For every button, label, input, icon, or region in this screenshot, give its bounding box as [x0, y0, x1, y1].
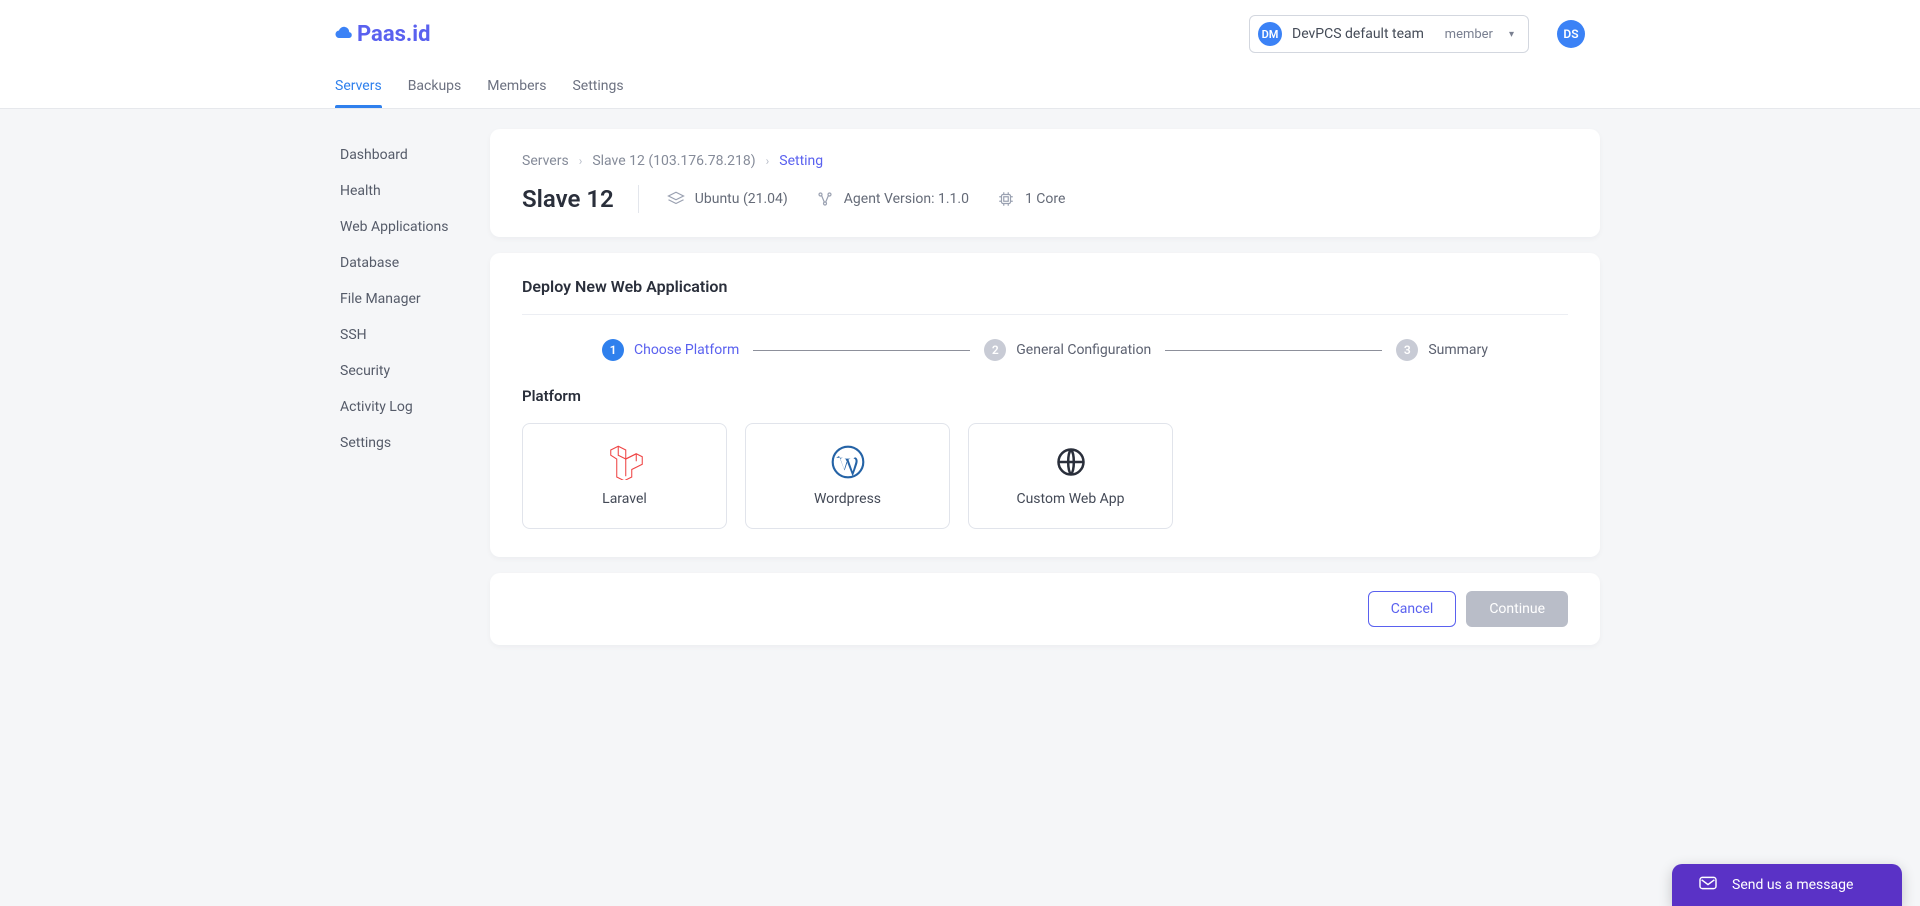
platform-label: Laravel	[602, 491, 647, 507]
globe-icon	[1056, 445, 1086, 479]
sidenav-web-applications[interactable]: Web Applications	[340, 209, 470, 245]
top-nav: Servers Backups Members Settings	[335, 70, 1585, 108]
deploy-card: Deploy New Web Application 1 Choose Plat…	[490, 253, 1600, 557]
deploy-title: Deploy New Web Application	[522, 277, 1568, 296]
wizard-step-1-num: 1	[602, 339, 624, 361]
crumb-servers[interactable]: Servers	[522, 153, 569, 169]
sidenav-ssh[interactable]: SSH	[340, 317, 470, 353]
wizard-step-2-label: General Configuration	[1016, 342, 1151, 358]
sidenav-security[interactable]: Security	[340, 353, 470, 389]
nav-backups[interactable]: Backups	[408, 70, 462, 108]
user-avatar[interactable]: DS	[1557, 20, 1585, 48]
breadcrumb: Servers › Slave 12 (103.176.78.218) › Se…	[522, 153, 1568, 169]
nodes-icon	[816, 190, 834, 208]
platform-label: Wordpress	[814, 491, 881, 507]
cloud-icon	[335, 25, 353, 43]
sidenav-activity-log[interactable]: Activity Log	[340, 389, 470, 425]
chevron-right-icon: ›	[579, 154, 583, 168]
platform-card-laravel[interactable]: Laravel	[522, 423, 727, 529]
server-agent-meta: Agent Version: 1.1.0	[816, 190, 969, 208]
crumb-server[interactable]: Slave 12 (103.176.78.218)	[592, 153, 755, 169]
wizard-step-1-label: Choose Platform	[634, 342, 739, 358]
server-title: Slave 12	[522, 185, 639, 213]
crumb-current: Setting	[779, 153, 823, 169]
team-role: member	[1445, 27, 1493, 42]
sidenav-dashboard[interactable]: Dashboard	[340, 137, 470, 173]
chevron-right-icon: ›	[766, 154, 770, 168]
wizard-step-3[interactable]: 3 Summary	[1396, 339, 1488, 361]
wizard-step-3-label: Summary	[1428, 342, 1488, 358]
continue-button[interactable]: Continue	[1466, 591, 1568, 627]
server-core-meta: 1 Core	[997, 190, 1065, 208]
sidenav-file-manager[interactable]: File Manager	[340, 281, 470, 317]
cancel-button[interactable]: Cancel	[1368, 591, 1457, 627]
brand-name: Paas.id	[357, 22, 431, 47]
wizard-step-2-num: 2	[984, 339, 1006, 361]
wizard-step-3-num: 3	[1396, 339, 1418, 361]
nav-settings[interactable]: Settings	[572, 70, 623, 108]
wizard-divider	[1165, 350, 1382, 351]
sidenav-database[interactable]: Database	[340, 245, 470, 281]
sidenav-health[interactable]: Health	[340, 173, 470, 209]
laravel-icon	[606, 445, 644, 479]
platform-grid: Laravel Wordpress	[522, 423, 1568, 529]
layers-icon	[667, 190, 685, 208]
server-os: Ubuntu (21.04)	[695, 191, 788, 207]
wizard-divider	[753, 350, 970, 351]
platform-card-custom[interactable]: Custom Web App	[968, 423, 1173, 529]
team-name: DevPCS default team	[1292, 26, 1435, 42]
wizard-step-1[interactable]: 1 Choose Platform	[602, 339, 739, 361]
side-nav: Dashboard Health Web Applications Databa…	[340, 129, 470, 461]
wordpress-icon	[831, 445, 865, 479]
sidenav-settings[interactable]: Settings	[340, 425, 470, 461]
actions-card: Cancel Continue	[490, 573, 1600, 645]
topbar: Paas.id DM DevPCS default team member ▾ …	[0, 0, 1920, 109]
server-agent: Agent Version: 1.1.0	[844, 191, 969, 207]
team-avatar: DM	[1258, 22, 1282, 46]
deploy-wizard: 1 Choose Platform 2 General Configuratio…	[522, 314, 1568, 361]
cpu-icon	[997, 190, 1015, 208]
chevron-down-icon: ▾	[1509, 29, 1514, 40]
chat-label: Send us a message	[1732, 877, 1853, 893]
chat-widget[interactable]: Send us a message	[1672, 864, 1902, 906]
server-os-meta: Ubuntu (21.04)	[667, 190, 788, 208]
platform-card-wordpress[interactable]: Wordpress	[745, 423, 950, 529]
server-header-card: Servers › Slave 12 (103.176.78.218) › Se…	[490, 129, 1600, 237]
wizard-step-2[interactable]: 2 General Configuration	[984, 339, 1151, 361]
nav-members[interactable]: Members	[487, 70, 546, 108]
platform-title: Platform	[522, 387, 1568, 405]
platform-label: Custom Web App	[1016, 491, 1124, 507]
mail-icon	[1698, 875, 1718, 895]
nav-servers[interactable]: Servers	[335, 70, 382, 108]
team-selector[interactable]: DM DevPCS default team member ▾	[1249, 15, 1529, 53]
server-cores: 1 Core	[1025, 191, 1065, 207]
brand-logo[interactable]: Paas.id	[335, 22, 431, 47]
